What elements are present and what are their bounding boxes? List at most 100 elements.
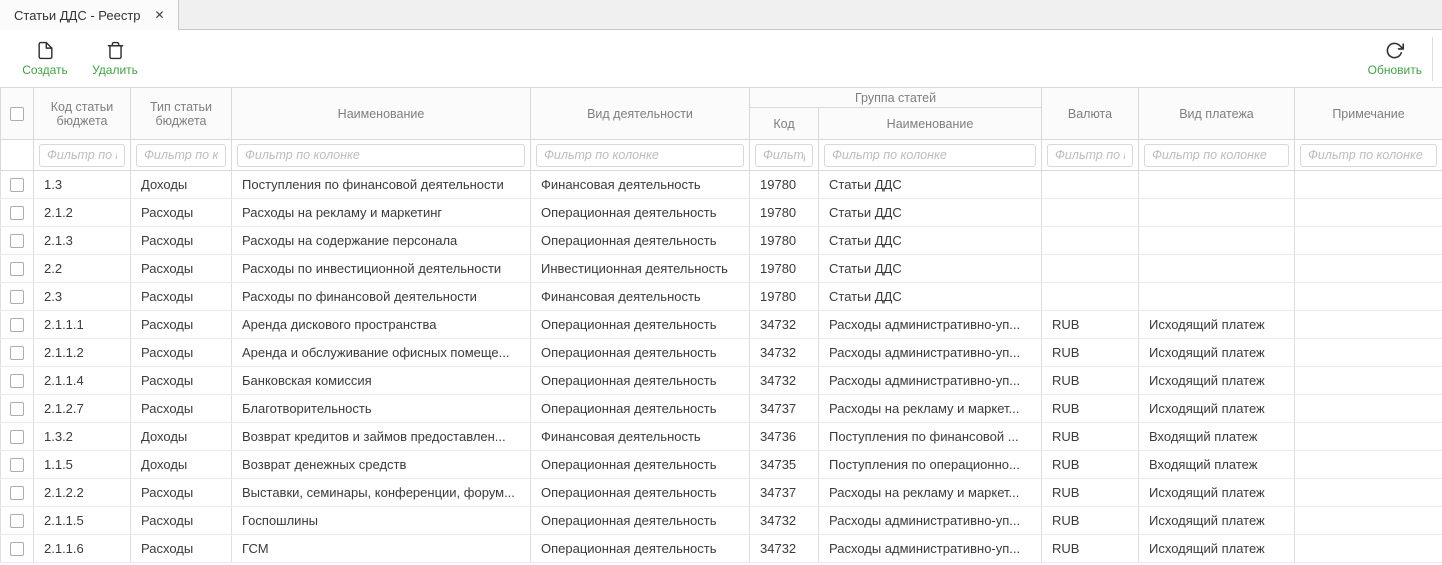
cell-group-name: Статьи ДДС	[819, 171, 1042, 199]
row-checkbox[interactable]	[10, 542, 24, 556]
row-checkbox[interactable]	[10, 430, 24, 444]
filter-input-group-code[interactable]	[755, 144, 813, 167]
filter-cell	[232, 140, 531, 171]
cell-currency: RUB	[1042, 479, 1139, 507]
filter-cell	[531, 140, 750, 171]
table-row[interactable]: 1.1.5ДоходыВозврат денежных средствОпера…	[1, 451, 1442, 479]
cell-activity: Операционная деятельность	[531, 227, 750, 255]
table-row[interactable]: 2.1.1.6РасходыГСМОперационная деятельнос…	[1, 535, 1442, 563]
delete-button[interactable]: Удалить	[92, 41, 138, 77]
cell-name: Банковская комиссия	[232, 367, 531, 395]
cell-budget-code: 2.1.1.5	[34, 507, 131, 535]
cell-name: ГСМ	[232, 535, 531, 563]
row-checkbox[interactable]	[10, 514, 24, 528]
table-row[interactable]: 1.3ДоходыПоступления по финансовой деяте…	[1, 171, 1442, 199]
filter-input-payment-type[interactable]	[1144, 144, 1289, 167]
cell-currency: RUB	[1042, 395, 1139, 423]
table-row[interactable]: 2.1.1.1РасходыАренда дискового пространс…	[1, 311, 1442, 339]
cell-currency: RUB	[1042, 535, 1139, 563]
cell-group-code: 19780	[750, 171, 819, 199]
cell-budget-code: 1.3	[34, 171, 131, 199]
row-checkbox-cell	[1, 451, 34, 479]
filter-input-budget-code[interactable]	[39, 144, 125, 167]
row-checkbox[interactable]	[10, 178, 24, 192]
table-row[interactable]: 2.3РасходыРасходы по финансовой деятельн…	[1, 283, 1442, 311]
col-header-payment-type[interactable]: Вид платежа	[1139, 88, 1295, 140]
cell-activity: Операционная деятельность	[531, 535, 750, 563]
tab-title: Статьи ДДС - Реестр	[14, 8, 141, 23]
cell-budget-code: 2.1.2.7	[34, 395, 131, 423]
cell-budget-type: Расходы	[131, 311, 232, 339]
table-row[interactable]: 2.1.3РасходыРасходы на содержание персон…	[1, 227, 1442, 255]
tab-statyi-dds-reestr[interactable]: Статьи ДДС - Реестр ✕	[0, 0, 179, 30]
row-checkbox-cell	[1, 339, 34, 367]
cell-payment-type: Входящий платеж	[1139, 423, 1295, 451]
col-header-budget-type[interactable]: Тип статьи бюджета	[131, 88, 232, 140]
cell-group-name: Поступления по операционно...	[819, 451, 1042, 479]
cell-activity: Операционная деятельность	[531, 507, 750, 535]
table-row[interactable]: 1.3.2ДоходыВозврат кредитов и займов пре…	[1, 423, 1442, 451]
cell-payment-type: Исходящий платеж	[1139, 395, 1295, 423]
cell-budget-code: 1.3.2	[34, 423, 131, 451]
row-checkbox[interactable]	[10, 374, 24, 388]
create-button[interactable]: Создать	[22, 41, 68, 77]
cell-currency	[1042, 255, 1139, 283]
select-all-checkbox[interactable]	[10, 107, 24, 121]
table-row[interactable]: 2.1.1.2РасходыАренда и обслуживание офис…	[1, 339, 1442, 367]
cell-budget-type: Расходы	[131, 199, 232, 227]
refresh-button[interactable]: Обновить	[1368, 41, 1422, 77]
cell-group-name: Статьи ДДС	[819, 283, 1042, 311]
toolbar-divider	[1432, 37, 1433, 81]
table-row[interactable]: 2.1.2.7РасходыБлаготворительностьОпераци…	[1, 395, 1442, 423]
row-checkbox[interactable]	[10, 402, 24, 416]
table-row[interactable]: 2.2РасходыРасходы по инвестиционной деят…	[1, 255, 1442, 283]
row-checkbox[interactable]	[10, 234, 24, 248]
row-checkbox-cell	[1, 227, 34, 255]
refresh-icon	[1385, 41, 1404, 60]
cell-payment-type: Исходящий платеж	[1139, 535, 1295, 563]
filter-input-currency[interactable]	[1047, 144, 1133, 167]
filter-input-group-name[interactable]	[824, 144, 1036, 167]
toolbar-right-group: Обновить	[1368, 37, 1442, 81]
table-row[interactable]: 2.1.2.2РасходыВыставки, семинары, конфер…	[1, 479, 1442, 507]
filter-input-note[interactable]	[1300, 144, 1437, 167]
filter-input-name[interactable]	[237, 144, 525, 167]
cell-activity: Операционная деятельность	[531, 199, 750, 227]
row-checkbox[interactable]	[10, 346, 24, 360]
cell-group-name: Расходы административно-уп...	[819, 339, 1042, 367]
cell-name: Расходы по инвестиционной деятельности	[232, 255, 531, 283]
col-header-activity[interactable]: Вид деятельности	[531, 88, 750, 140]
cell-budget-code: 2.1.1.4	[34, 367, 131, 395]
col-header-note[interactable]: Примечание	[1295, 88, 1442, 140]
cell-payment-type	[1139, 199, 1295, 227]
cell-currency	[1042, 227, 1139, 255]
table-row[interactable]: 2.1.1.5РасходыГоспошлиныОперационная дея…	[1, 507, 1442, 535]
cell-payment-type	[1139, 171, 1295, 199]
tab-close-icon[interactable]: ✕	[155, 9, 165, 21]
col-header-currency[interactable]: Валюта	[1042, 88, 1139, 140]
cell-budget-code: 2.1.1.1	[34, 311, 131, 339]
table-row[interactable]: 2.1.1.4РасходыБанковская комиссияОпераци…	[1, 367, 1442, 395]
filter-input-activity[interactable]	[536, 144, 744, 167]
cell-activity: Операционная деятельность	[531, 367, 750, 395]
col-header-group-code[interactable]: Код	[750, 108, 819, 140]
row-checkbox-cell	[1, 395, 34, 423]
row-checkbox-cell	[1, 507, 34, 535]
cell-note	[1295, 479, 1442, 507]
row-checkbox[interactable]	[10, 262, 24, 276]
cell-budget-type: Расходы	[131, 479, 232, 507]
cell-note	[1295, 367, 1442, 395]
col-header-budget-code[interactable]: Код статьи бюджета	[34, 88, 131, 140]
table-body: 1.3ДоходыПоступления по финансовой деяте…	[1, 171, 1442, 563]
filter-input-budget-type[interactable]	[136, 144, 226, 167]
table-row[interactable]: 2.1.2РасходыРасходы на рекламу и маркети…	[1, 199, 1442, 227]
row-checkbox[interactable]	[10, 206, 24, 220]
col-header-group-name[interactable]: Наименование	[819, 108, 1042, 140]
row-checkbox[interactable]	[10, 290, 24, 304]
cell-name: Аренда и обслуживание офисных помеще...	[232, 339, 531, 367]
col-header-name[interactable]: Наименование	[232, 88, 531, 140]
row-checkbox[interactable]	[10, 486, 24, 500]
row-checkbox[interactable]	[10, 318, 24, 332]
cell-name: Возврат кредитов и займов предоставлен..…	[232, 423, 531, 451]
row-checkbox[interactable]	[10, 458, 24, 472]
